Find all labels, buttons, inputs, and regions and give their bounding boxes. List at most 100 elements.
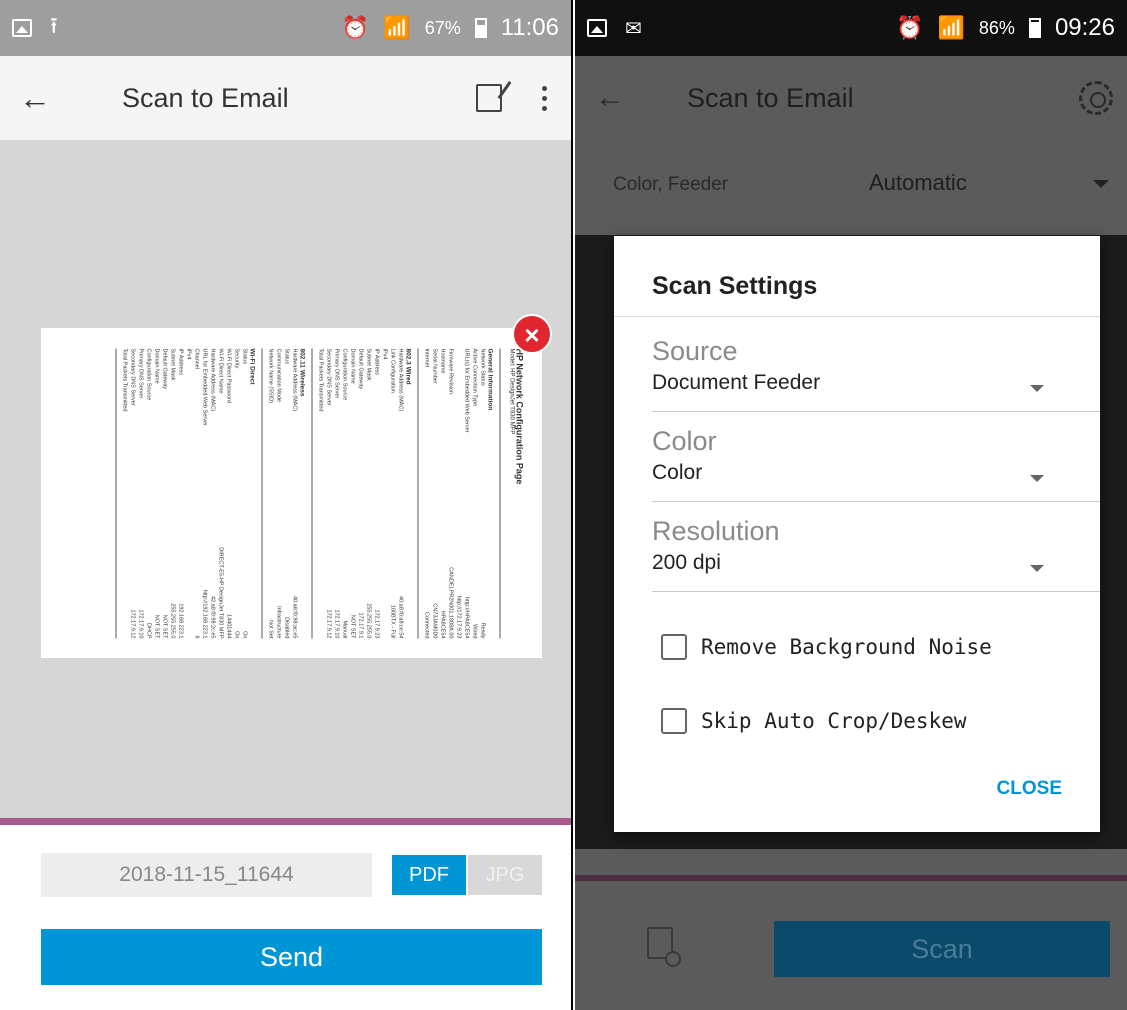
document-row-value: 40:a8:f0:a8:ce:54 bbox=[397, 595, 404, 639]
document-row-value: Not Set bbox=[267, 620, 274, 639]
document-row: Active Connection Type Wired bbox=[471, 349, 479, 639]
status-bar: ✉ ⏰ 📶 86% 09:26 bbox=[575, 0, 1127, 56]
document-row-value: On bbox=[233, 631, 240, 639]
document-row-key: Configuration Source bbox=[145, 348, 152, 401]
document-row: Hardware Address (MAC) 40:a8:f0:a8:ce:54 bbox=[397, 349, 405, 639]
wifi-icon: 📶 bbox=[937, 15, 965, 40]
document-row: Configuration Source Manual bbox=[341, 349, 349, 639]
document-row-key: Wi-Fi Direct Name bbox=[217, 348, 224, 394]
document-divider bbox=[115, 348, 117, 639]
color-select[interactable]: Color Color bbox=[652, 426, 1100, 502]
document-row-key: Channel bbox=[193, 348, 200, 370]
document-row-value: NOT SET bbox=[161, 614, 168, 639]
format-pdf-toggle[interactable]: PDF bbox=[392, 855, 466, 895]
document-row-value: 255.255.255.0 bbox=[365, 603, 372, 639]
mail-icon: ✉ bbox=[625, 17, 642, 40]
document-row: Status On bbox=[241, 349, 249, 639]
document-row-key: Total Packets Transmitted bbox=[317, 348, 324, 412]
document-row: Primary DNS Server 172.17.9.10 bbox=[333, 349, 341, 639]
remove-page-button[interactable]: × bbox=[512, 314, 552, 354]
settings-gear-icon[interactable] bbox=[1079, 81, 1113, 115]
document-row-key: Default Gateway bbox=[161, 348, 168, 390]
document-row-value: http://192.168.223.1 bbox=[201, 589, 208, 639]
document-row-key: Default Gateway bbox=[357, 348, 364, 390]
document-row-key: Secondary DNS Server bbox=[325, 348, 332, 406]
document-row: IP Address 172.17.9.23 bbox=[373, 349, 381, 639]
document-row-key: Network Status bbox=[479, 348, 486, 386]
status-bar: ⭱ ⏰ 📶 67% 11:06 bbox=[0, 0, 571, 56]
document-row-key: Network Name (SSID) bbox=[267, 348, 274, 403]
document-row-value: 100BTX - Full bbox=[389, 604, 396, 639]
document-row: IP Address 192.168.223.1 bbox=[177, 349, 185, 639]
document-row-value: 192.168.223.1 bbox=[177, 603, 184, 639]
divider bbox=[0, 818, 571, 825]
document-row-key: Internet bbox=[423, 348, 430, 368]
scan-preview-area: HP Network Configuration Page Model: HP … bbox=[0, 140, 571, 818]
edit-icon[interactable] bbox=[476, 84, 502, 112]
document-row: Wi-Fi Direct Name DIRECT-E5-HP DesignJet … bbox=[217, 349, 225, 639]
gallery-icon bbox=[12, 19, 32, 37]
document-row: Hostname HPA8CE54 bbox=[439, 349, 447, 639]
document-row-value: Manual bbox=[341, 620, 348, 639]
document-row-value: Infrastructure bbox=[275, 606, 282, 639]
document-row-key: Link Configuration bbox=[389, 348, 396, 393]
document-row-key: IP Address bbox=[373, 348, 380, 376]
scan-settings-summary[interactable]: Color, Feeder Automatic bbox=[575, 140, 1127, 235]
document-row-key: Status bbox=[241, 348, 248, 365]
filename-field[interactable]: 2018-11-15_11644 bbox=[41, 853, 372, 897]
document-title: HP Network Configuration Page bbox=[514, 348, 525, 485]
document-divider bbox=[261, 348, 263, 639]
checkbox-box[interactable] bbox=[661, 634, 687, 660]
checkbox-box[interactable] bbox=[661, 708, 687, 734]
scan-button[interactable]: Scan bbox=[774, 921, 1110, 977]
scan-to-email-screen-right: ✉ ⏰ 📶 86% 09:26 ← Scan to Email Color, F… bbox=[575, 0, 1127, 1010]
divider bbox=[575, 849, 1127, 885]
checkbox-label: Remove Background Noise bbox=[701, 635, 992, 659]
scan-panel: Scan bbox=[575, 885, 1127, 1010]
document-row-key: URL for Embedded Web Server bbox=[201, 348, 208, 426]
document-row: Network Name (SSID) Not Set bbox=[267, 349, 275, 639]
alarm-icon: ⏰ bbox=[341, 15, 370, 40]
gallery-icon bbox=[587, 19, 607, 37]
document-row-value: CN73JAM0D0 bbox=[431, 603, 438, 639]
dropdown-arrow-icon[interactable] bbox=[1093, 180, 1109, 188]
scanned-page-thumbnail[interactable]: HP Network Configuration Page Model: HP … bbox=[41, 328, 542, 658]
resolution-select[interactable]: Resolution 200 dpi bbox=[652, 516, 1100, 592]
document-row: Hardware Address (MAC) 40:a8:f0:98:ac:e5 bbox=[291, 349, 299, 639]
back-arrow-icon[interactable]: ← bbox=[0, 80, 70, 117]
dropdown-arrow-icon[interactable] bbox=[1030, 565, 1044, 572]
document-row-key: Hardware Address (MAC) bbox=[209, 348, 216, 412]
document-row: Total Packets Transmitted bbox=[317, 349, 325, 639]
scan-mode-select[interactable]: Automatic bbox=[869, 170, 967, 196]
source-select[interactable]: Source Document Feeder bbox=[652, 336, 1100, 412]
document-row: Internet Connected bbox=[423, 349, 431, 639]
document-model: Model: HP DesignJet T830 MFP bbox=[508, 348, 515, 435]
document-row-value: Disabled bbox=[283, 617, 290, 639]
document-row: Configuration Source DHCP bbox=[145, 349, 153, 639]
document-row-value: CANDELPR2N001.1808A.00 bbox=[447, 567, 454, 639]
format-jpg-toggle[interactable]: JPG bbox=[468, 855, 542, 895]
document-row: Default Gateway 172.17.9.1 bbox=[357, 349, 365, 639]
more-options-icon[interactable] bbox=[542, 85, 547, 111]
document-section-heading: Wi-Fi Direct bbox=[248, 348, 256, 385]
clock: 11:06 bbox=[500, 14, 559, 41]
document-search-icon[interactable] bbox=[647, 927, 681, 967]
upload-icon: ⭱ bbox=[50, 13, 58, 38]
dialog-title: Scan Settings bbox=[652, 272, 818, 300]
remove-background-noise-checkbox[interactable]: Remove Background Noise bbox=[661, 634, 992, 660]
dropdown-arrow-icon[interactable] bbox=[1030, 385, 1044, 392]
back-arrow-icon[interactable]: ← bbox=[575, 81, 645, 115]
document-row-key: Hardware Address (MAC) bbox=[291, 348, 298, 412]
send-button[interactable]: Send bbox=[41, 929, 542, 985]
skip-auto-crop-checkbox[interactable]: Skip Auto Crop/Deskew bbox=[661, 708, 967, 734]
source-label: Source bbox=[652, 336, 738, 366]
close-button[interactable]: CLOSE bbox=[997, 778, 1062, 800]
battery-icon bbox=[1028, 18, 1041, 38]
document-row-key: IPv4 bbox=[185, 348, 192, 360]
document-row-key: IPv4 bbox=[381, 348, 388, 360]
document-row-key: Firmware Revision bbox=[447, 348, 454, 395]
document-row-key: Active Connection Type bbox=[471, 348, 478, 407]
document-row: Link Configuration 100BTX - Full bbox=[389, 349, 397, 639]
dropdown-arrow-icon[interactable] bbox=[1030, 475, 1044, 482]
document-row: IPv4 bbox=[381, 349, 389, 639]
